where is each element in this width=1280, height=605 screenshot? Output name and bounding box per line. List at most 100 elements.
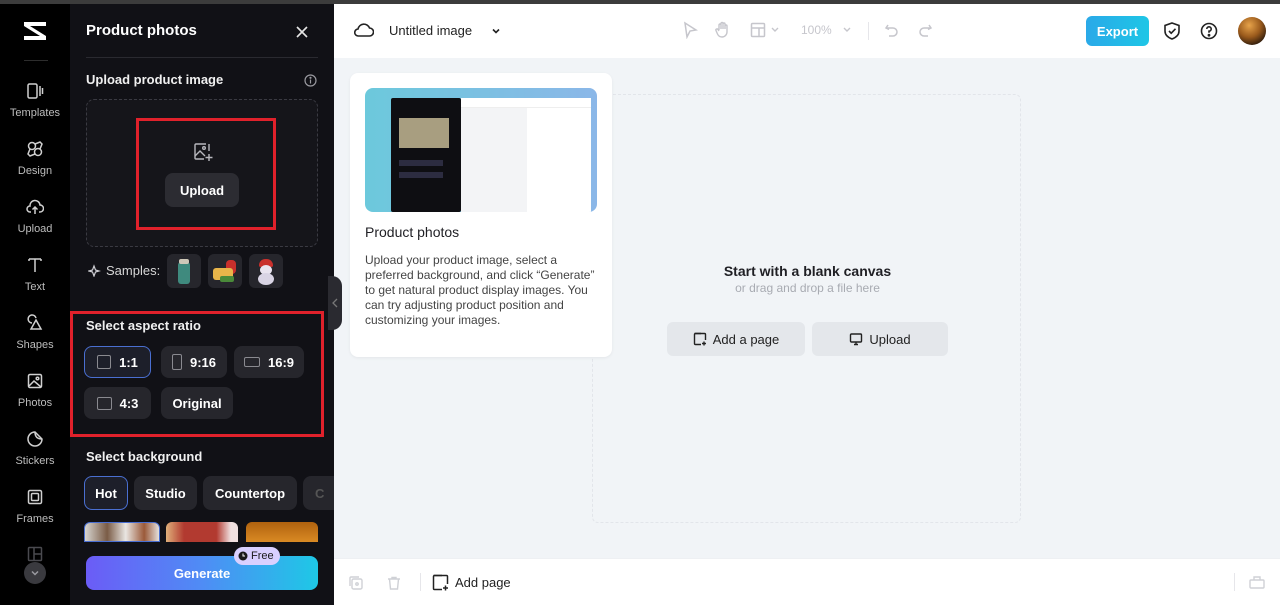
canvas-workspace: Start with a blank canvas or drag and dr… <box>334 58 1280 558</box>
photos-icon <box>27 373 43 389</box>
sparkle-icon <box>88 264 101 277</box>
add-page-button[interactable]: Add page <box>432 574 511 591</box>
cloud-icon[interactable] <box>354 22 374 38</box>
user-avatar[interactable] <box>1238 17 1266 45</box>
aspect-ratio-16-9[interactable]: 16:9 <box>234 346 304 378</box>
layout-grid-icon[interactable] <box>750 21 766 39</box>
aspect-ratio-4-3[interactable]: 4:3 <box>84 387 151 419</box>
sample-snowman[interactable] <box>249 254 283 288</box>
add-page-label: Add page <box>455 575 511 590</box>
clock-icon <box>238 551 248 561</box>
design-icon <box>27 141 43 157</box>
trash-icon[interactable] <box>386 575 402 591</box>
duplicate-page-icon[interactable] <box>348 575 364 591</box>
help-icon[interactable] <box>1200 22 1218 40</box>
aspect-ratio-label: Select aspect ratio <box>86 318 201 333</box>
bg-thumb-2[interactable] <box>166 522 238 542</box>
aspect-ratio-1-1[interactable]: 1:1 <box>84 346 151 378</box>
blank-canvas-title: Start with a blank canvas <box>723 263 892 279</box>
hand-icon[interactable] <box>714 21 732 39</box>
generate-button[interactable]: Generate <box>86 556 318 590</box>
rail-item-text[interactable]: Text <box>0 256 70 306</box>
bottom-divider <box>1234 573 1235 591</box>
bg-tab-studio[interactable]: Studio <box>134 476 197 510</box>
panel-title: Product photos <box>86 22 197 39</box>
add-image-icon <box>194 143 213 161</box>
zoom-level[interactable]: 100% <box>801 23 832 37</box>
undo-icon[interactable] <box>884 21 900 39</box>
tip-preview-image <box>365 88 597 212</box>
panel-divider <box>86 57 318 58</box>
info-icon[interactable] <box>304 74 317 87</box>
add-a-page-label: Add a page <box>712 331 780 347</box>
chevron-down-icon[interactable] <box>770 26 780 34</box>
left-rail: Templates Design Upload Text Shapes Phot… <box>0 4 70 605</box>
add-a-page-button[interactable]: Add a page <box>667 322 805 356</box>
window-top-strip <box>0 0 1280 4</box>
sample-thermos[interactable] <box>167 254 201 288</box>
templates-icon <box>27 83 44 99</box>
samples-text: Samples: <box>106 263 161 278</box>
bg-thumb-1[interactable] <box>84 522 160 542</box>
blank-canvas-page[interactable]: Start with a blank canvas or drag and dr… <box>592 94 1021 523</box>
tip-title: Product photos <box>365 224 460 240</box>
rail-item-stickers[interactable]: Stickers <box>0 430 70 480</box>
aspect-ratio-9-16[interactable]: 9:16 <box>161 346 227 378</box>
rail-label: Frames <box>16 513 54 525</box>
select-pointer-icon[interactable] <box>682 21 698 39</box>
rail-item-templates[interactable]: Templates <box>0 82 70 132</box>
bg-tab-hot[interactable]: Hot <box>84 476 128 510</box>
stickers-icon <box>27 431 43 447</box>
canvas-upload-button[interactable]: Upload <box>812 322 948 356</box>
bottom-bar: Add page <box>334 558 1280 605</box>
bg-thumb-3[interactable] <box>246 522 318 542</box>
aspect-label: 9:16 <box>189 354 217 370</box>
frames-icon <box>27 489 43 505</box>
rail-label: Templates <box>9 107 61 119</box>
bg-tab-more[interactable]: C <box>303 476 334 510</box>
bottom-divider <box>420 573 421 591</box>
rail-label: Design <box>17 165 53 177</box>
blank-canvas-subtitle: or drag and drop a file here <box>735 281 880 295</box>
monitor-icon <box>850 333 863 346</box>
add-page-icon <box>432 574 449 591</box>
bg-tab-countertop[interactable]: Countertop <box>203 476 297 510</box>
rail-more-button[interactable] <box>24 562 46 584</box>
rail-item-design[interactable]: Design <box>0 140 70 190</box>
upload-cloud-icon <box>26 199 44 214</box>
panel-collapse-handle[interactable] <box>328 276 342 330</box>
aspect-ratio-original[interactable]: Original <box>161 387 233 419</box>
capcut-logo-icon[interactable] <box>22 20 48 42</box>
upload-button[interactable]: Upload <box>165 173 239 207</box>
document-title[interactable]: Untitled image <box>389 23 472 38</box>
layout-icon[interactable] <box>27 546 43 562</box>
redo-icon[interactable] <box>917 21 933 39</box>
aspect-label: 4:3 <box>119 395 139 411</box>
close-icon[interactable] <box>294 24 310 40</box>
export-button[interactable]: Export <box>1086 16 1149 46</box>
samples-label: Samples: <box>88 263 160 278</box>
rail-item-upload[interactable]: Upload <box>0 198 70 248</box>
rail-divider <box>24 60 48 61</box>
rail-label: Shapes <box>16 339 54 351</box>
rail-item-frames[interactable]: Frames <box>0 488 70 538</box>
sample-gift-food[interactable] <box>208 254 242 288</box>
rail-item-shapes[interactable]: Shapes <box>0 314 70 364</box>
rail-item-photos[interactable]: Photos <box>0 372 70 422</box>
chevron-down-icon[interactable] <box>490 25 502 37</box>
aspect-label: Original <box>172 395 222 411</box>
add-page-icon <box>693 332 706 346</box>
shield-check-icon[interactable] <box>1163 21 1181 41</box>
chevron-down-icon[interactable] <box>842 26 852 34</box>
text-icon <box>28 258 42 272</box>
chevron-down-icon <box>31 570 39 576</box>
tip-description: Upload your product image, select a pref… <box>365 253 595 327</box>
four-three-icon <box>96 396 112 410</box>
portrait-icon <box>171 354 182 370</box>
upload-section-label: Upload product image <box>86 72 224 87</box>
canvas-upload-label: Upload <box>869 331 911 347</box>
square-icon <box>97 355 112 369</box>
top-bar: Untitled image 100% Export <box>334 4 1280 58</box>
pages-panel-icon[interactable] <box>1248 574 1266 590</box>
toolbar-divider <box>868 22 869 40</box>
